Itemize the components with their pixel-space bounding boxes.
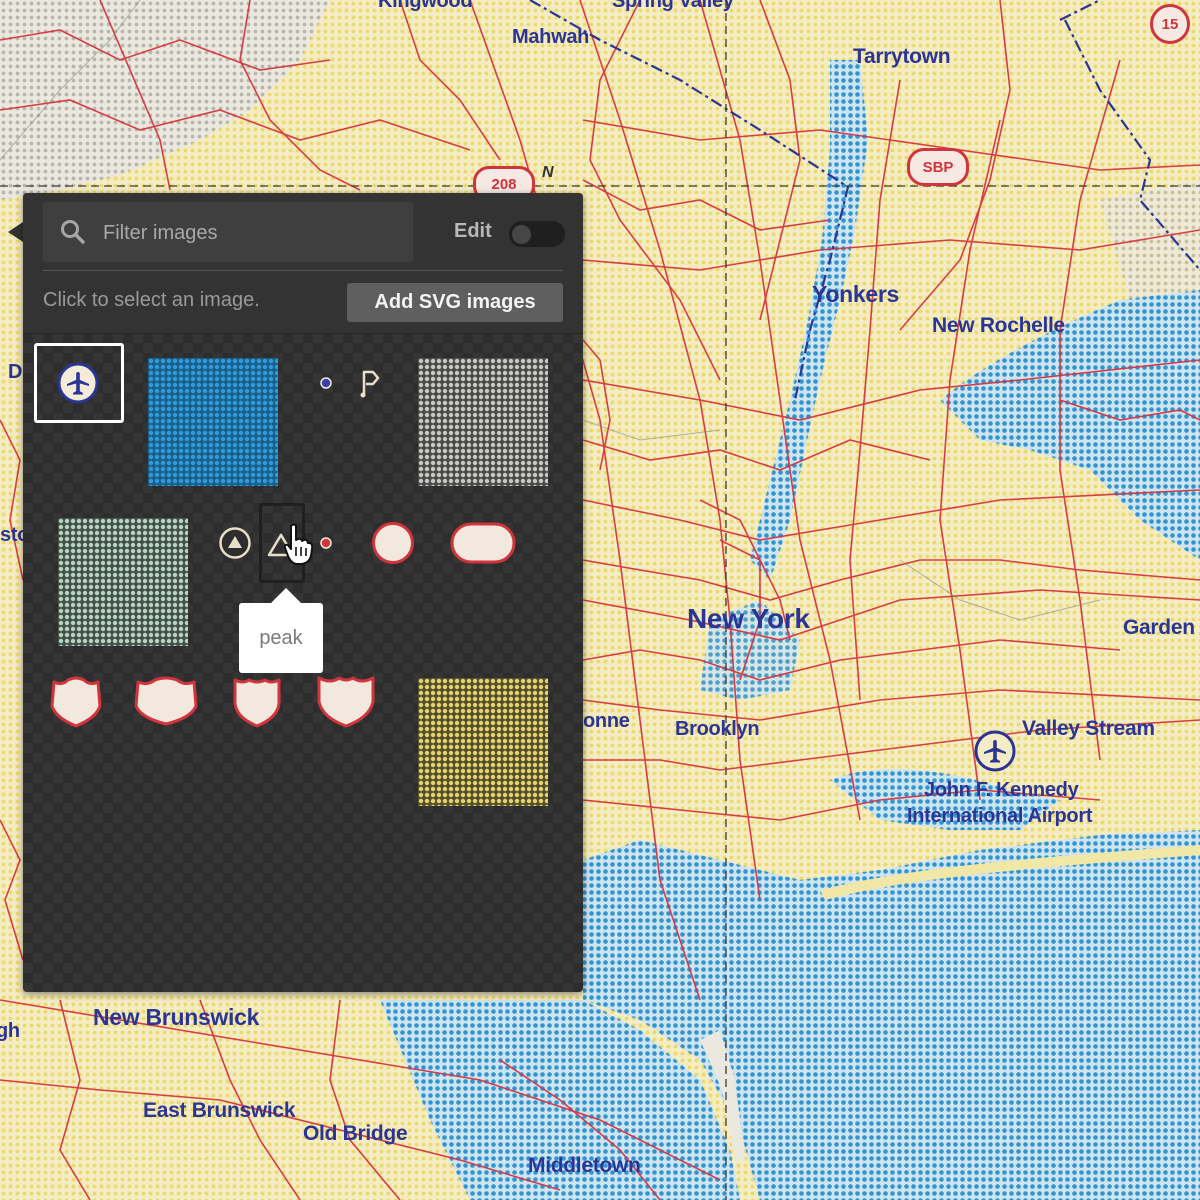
airport-icon[interactable] <box>56 361 100 405</box>
add-svg-images-button[interactable]: Add SVG images <box>347 283 563 322</box>
map-label-yonkers: Yonkers <box>812 281 899 307</box>
tooltip-arrow <box>270 588 302 604</box>
map-label-new-rochelle: New Rochelle <box>932 314 1065 337</box>
thumbnail-tooltip: peak <box>239 603 323 673</box>
us-shield-wider-icon[interactable] <box>315 674 377 728</box>
map-label-mahwah: Mahwah <box>512 26 590 48</box>
panel-header: Edit Click to select an image. Add SVG i… <box>23 193 583 334</box>
route-shield-sbp: SBP <box>907 148 969 186</box>
map-label-brooklyn: Brooklyn <box>675 718 760 740</box>
yellow-pattern-thumbnail[interactable] <box>418 678 548 806</box>
edit-toggle-knob <box>512 225 531 244</box>
water-pattern-thumbnail[interactable] <box>148 358 278 486</box>
image-picker-panel: Edit Click to select an image. Add SVG i… <box>23 193 583 992</box>
map-label-edge-gh: gh <box>0 1020 20 1042</box>
dot-red-icon[interactable] <box>319 536 333 550</box>
edit-toggle[interactable] <box>509 221 565 247</box>
panel-pointer-arrow <box>8 222 23 242</box>
us-shield-narrow-icon[interactable] <box>231 676 283 728</box>
us-shield-icon[interactable] <box>48 676 104 728</box>
green-pattern-thumbnail[interactable] <box>58 518 188 646</box>
peak-circle-icon[interactable] <box>218 526 252 560</box>
circle-shield-icon[interactable] <box>370 521 416 565</box>
oval-shield-icon[interactable] <box>450 522 516 564</box>
map-label-edge-d: D <box>8 361 23 383</box>
compass-north-label: N <box>542 164 554 181</box>
map-label-kingwood: Kingwood <box>378 0 473 12</box>
map-label-valley-stream: Valley Stream <box>1022 717 1155 740</box>
us-shield-wide-icon[interactable] <box>133 676 199 726</box>
map-label-jfk-line1: John F. Kennedy <box>924 779 1079 801</box>
map-label-garden-city: Garden C <box>1123 616 1200 639</box>
gray-pattern-thumbnail[interactable] <box>418 358 548 486</box>
map-label-middletown: Middletown <box>528 1154 641 1177</box>
flag-icon[interactable] <box>358 367 382 399</box>
search-box[interactable] <box>43 202 413 264</box>
filter-images-input[interactable] <box>101 202 405 264</box>
map-label-jfk-line2: International Airport <box>907 805 1093 827</box>
header-divider <box>43 270 563 271</box>
map-label-tarrytown: Tarrytown <box>853 45 951 68</box>
route-shield-15: 15 <box>1150 4 1190 44</box>
dot-blue-icon[interactable] <box>319 376 333 390</box>
search-icon <box>61 220 85 244</box>
hand-pointer-cursor-icon <box>283 523 313 565</box>
map-label-east-brunswick: East Brunswick <box>143 1099 296 1122</box>
map-label-old-bridge: Old Bridge <box>303 1122 408 1145</box>
map-label-onne: onne <box>583 710 630 732</box>
map-label-spring-valley: Spring Valley <box>612 0 734 12</box>
edit-label: Edit <box>454 220 492 242</box>
select-hint-text: Click to select an image. <box>43 289 260 311</box>
map-label-new-brunswick: New Brunswick <box>93 1004 260 1030</box>
map-label-new-york: New York <box>687 603 810 634</box>
